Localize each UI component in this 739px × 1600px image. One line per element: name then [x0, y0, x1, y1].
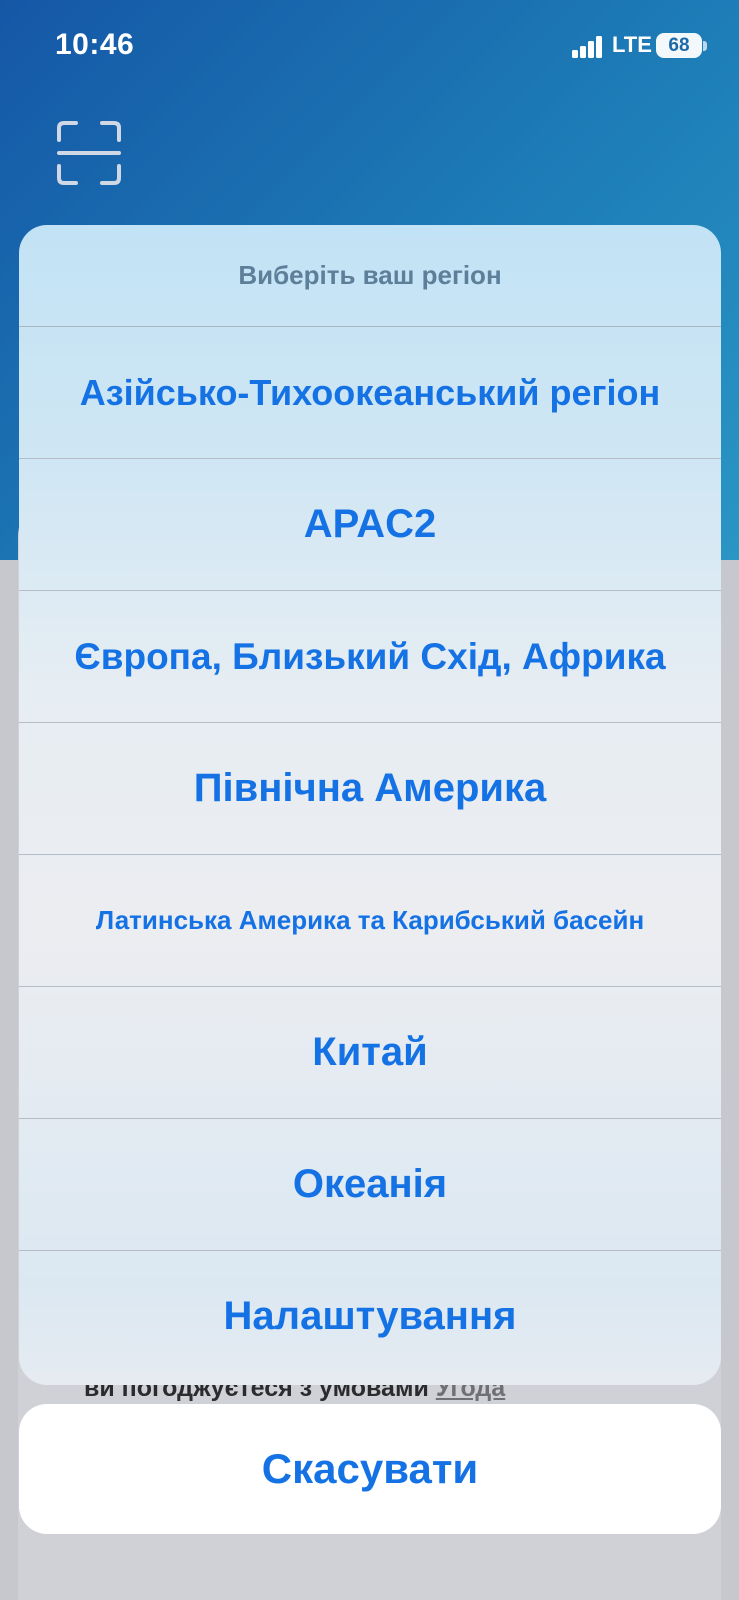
status-time: 10:46	[55, 28, 135, 61]
region-option-apac2[interactable]: APAC2	[19, 459, 721, 591]
battery-tip	[703, 41, 707, 51]
region-option-china[interactable]: Китай	[19, 987, 721, 1119]
status-bar: 10:46 LTE 68	[0, 0, 739, 94]
region-option-emea[interactable]: Європа, Близький Схід, Африка	[19, 591, 721, 723]
action-sheet-title: Виберіть ваш регіон	[19, 225, 721, 327]
region-option-asia-pacific[interactable]: Азійсько-Тихоокеанський регіон	[19, 327, 721, 459]
region-option-north-america[interactable]: Північна Америка	[19, 723, 721, 855]
settings-option[interactable]: Налаштування	[19, 1251, 721, 1382]
scan-frame-icon[interactable]	[56, 120, 122, 186]
battery-level: 68	[668, 34, 690, 56]
cancel-button[interactable]: Скасувати	[19, 1404, 721, 1534]
region-option-latin-america[interactable]: Латинська Америка та Карибський басейн	[19, 855, 721, 987]
battery-icon: 68	[656, 33, 702, 58]
cellular-signal-icon	[572, 36, 604, 58]
network-type: LTE	[612, 32, 652, 57]
region-action-sheet: Виберіть ваш регіон Азійсько-Тихоокеансь…	[19, 225, 721, 1385]
region-option-oceania[interactable]: Океанія	[19, 1119, 721, 1251]
